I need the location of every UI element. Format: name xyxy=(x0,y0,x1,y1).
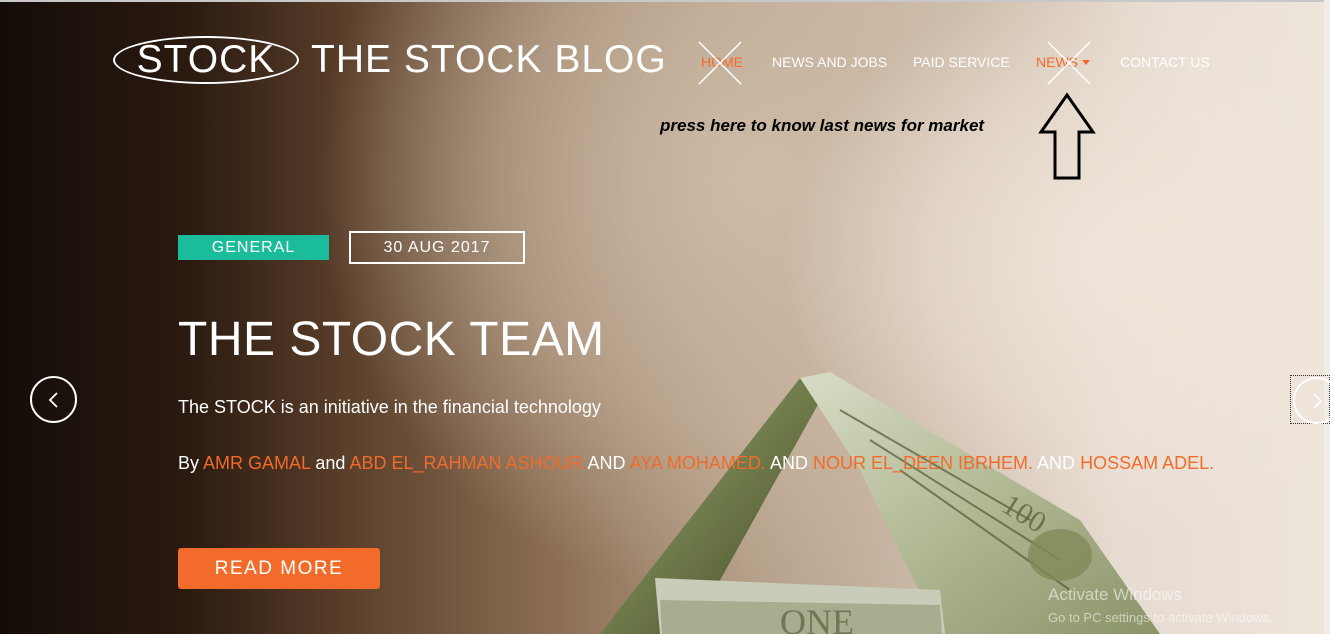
nav-item-label: NEWS AND JOBS xyxy=(772,54,888,70)
logo-text: STOCK xyxy=(136,38,276,81)
nav-item-news-and-jobs[interactable]: NEWS AND JOBS xyxy=(772,54,887,70)
watermark-line1: Activate Windows xyxy=(1048,585,1183,604)
credits-and: AND xyxy=(769,453,808,473)
team-credits: By AMR GAMAL and ABD EL_RAHMAN ASHOUR.AN… xyxy=(178,446,1248,480)
nav-item-paid-service[interactable]: PAID SERVICE xyxy=(913,54,1010,70)
credit-name: NOUR EL_DEEN IBRHEM. xyxy=(812,453,1034,473)
date-tag: 30 AUG 2017 xyxy=(349,231,525,264)
up-arrow-outline-icon xyxy=(1038,92,1096,180)
top-border xyxy=(0,0,1330,2)
chevron-right-icon xyxy=(1312,392,1322,409)
credits-and: and xyxy=(315,453,346,473)
category-tag[interactable]: GENERAL xyxy=(178,235,329,260)
credit-name: HOSSAM ADEL. xyxy=(1080,453,1215,473)
right-edge-strip xyxy=(1324,0,1330,634)
chevron-left-icon xyxy=(48,391,58,408)
read-more-button[interactable]: READ MORE xyxy=(178,548,380,589)
watermark-line2: Go to PC settings to activate Windows. xyxy=(1048,610,1273,625)
nav-item-label: CONTACT US xyxy=(1120,54,1210,70)
slide-title: THE STOCK TEAM xyxy=(178,313,605,366)
credit-name: AMR GAMAL xyxy=(203,453,311,473)
carousel-prev-button[interactable] xyxy=(30,376,77,423)
credits-by: By xyxy=(178,453,200,473)
credit-name: AYA MOHAMED. xyxy=(629,453,766,473)
credits-and: AND xyxy=(587,453,626,473)
nav-item-contact-us[interactable]: CONTACT US xyxy=(1120,54,1210,70)
cross-out-mark xyxy=(698,41,742,85)
credits-and: AND xyxy=(1037,453,1076,473)
credit-name: ABD EL_RAHMAN ASHOUR. xyxy=(349,453,588,473)
svg-text:ONE: ONE xyxy=(780,602,854,634)
activation-watermark: Activate Windows Go to PC settings to ac… xyxy=(1048,585,1273,625)
logo-link[interactable]: STOCK xyxy=(113,36,299,84)
annotation-text: press here to know last news for market xyxy=(660,116,985,135)
slide-subtitle: The STOCK is an initiative in the financ… xyxy=(178,397,601,417)
brand-title: THE STOCK BLOG xyxy=(311,38,667,81)
nav-item-label: PAID SERVICE xyxy=(913,54,1010,70)
cross-out-mark xyxy=(1047,41,1091,85)
